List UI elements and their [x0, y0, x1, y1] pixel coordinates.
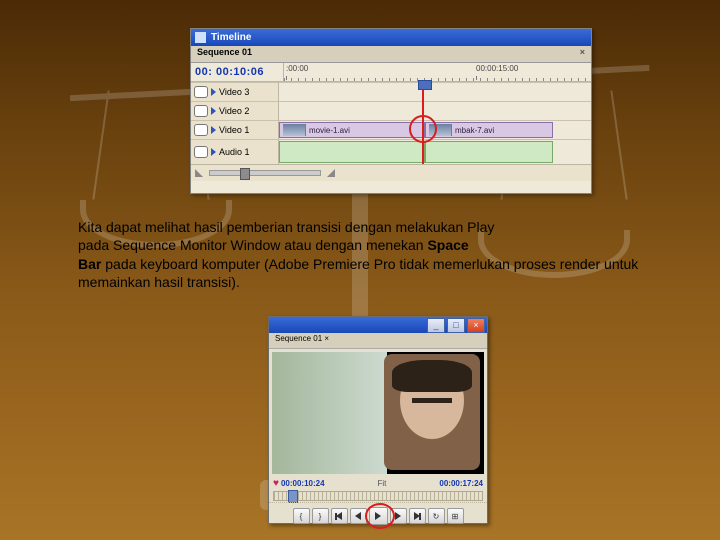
video-clip-left[interactable]: movie-1.avi [279, 122, 425, 138]
monitor-fit-dropdown[interactable]: Fit [378, 479, 387, 488]
slide-paragraph: Kita dapat melihat hasil pemberian trans… [78, 218, 660, 292]
sequence-tab[interactable]: Sequence 01 × [191, 46, 591, 63]
monitor-titlebar[interactable]: _ □ × [269, 317, 487, 333]
video-clip-right[interactable]: mbak-7.avi [425, 122, 553, 138]
time-ruler[interactable]: :00:00 00:00:15:00 [283, 63, 591, 81]
monitor-transport-controls: { } ↻ ⊞ [269, 502, 487, 529]
set-in-button[interactable]: { [293, 508, 310, 524]
monitor-tab-label: Sequence 01 [275, 334, 322, 343]
eye-icon[interactable] [194, 86, 208, 98]
preview-face-image [384, 354, 480, 470]
window-icon [195, 32, 206, 43]
goto-in-button[interactable] [331, 508, 348, 524]
sequence-tab-label: Sequence 01 [197, 47, 252, 57]
monitor-scrub-bar[interactable] [273, 491, 483, 501]
timeline-window: Timeline Sequence 01 × 00: 00:10:06 :00:… [190, 28, 592, 194]
track-name: Video 2 [219, 106, 249, 116]
close-tab-icon[interactable]: × [580, 47, 585, 57]
zoom-out-icon[interactable] [195, 169, 203, 177]
monitor-video-preview[interactable] [272, 352, 484, 474]
close-button[interactable]: × [467, 318, 485, 333]
track-name: Video 1 [219, 125, 249, 135]
monitor-current-tc[interactable]: ♥00:00:10:24 [273, 478, 325, 489]
step-back-button[interactable] [350, 508, 367, 524]
minimize-button[interactable]: _ [427, 318, 445, 333]
track-area[interactable]: movie-1.avi mbak-7.avi [279, 82, 591, 164]
bar-key-label: Bar [78, 256, 101, 272]
zoom-slider[interactable] [209, 170, 321, 176]
set-out-button[interactable]: } [312, 508, 329, 524]
sequence-monitor-window: _ □ × Sequence 01 × ♥00:00:10:24 Fit 00:… [268, 316, 488, 524]
clip-label: movie-1.avi [309, 126, 350, 135]
audio-clip-right[interactable] [425, 141, 553, 163]
timeline-zoom-bar [191, 164, 591, 181]
paragraph-text: pada keyboard komputer (Adobe Premiere P… [78, 256, 638, 290]
track-header-audio1[interactable]: Audio 1 [191, 139, 279, 164]
safe-margins-button[interactable]: ⊞ [447, 508, 464, 524]
track-header-video3[interactable]: Video 3 [191, 82, 279, 101]
annotation-circle-transition [409, 115, 437, 143]
clip-thumbnail [283, 124, 306, 136]
eye-icon[interactable] [194, 124, 208, 136]
annotation-circle-play [365, 503, 395, 529]
eye-icon[interactable] [194, 105, 208, 117]
timeline-titlebar[interactable]: Timeline [191, 29, 591, 46]
expand-icon[interactable] [211, 107, 216, 115]
expand-icon[interactable] [211, 148, 216, 156]
timeline-title: Timeline [211, 32, 251, 43]
paragraph-text: Kita dapat melihat hasil pemberian trans… [78, 219, 494, 235]
monitor-duration-tc: 00:00:17:24 [439, 479, 483, 488]
track-header-video2[interactable]: Video 2 [191, 101, 279, 120]
track-name: Video 3 [219, 87, 249, 97]
speaker-icon[interactable] [194, 146, 208, 158]
expand-icon[interactable] [211, 126, 216, 134]
maximize-button[interactable]: □ [447, 318, 465, 333]
paragraph-text: pada Sequence Monitor Window atau dengan… [78, 237, 427, 253]
track-name: Audio 1 [219, 147, 250, 157]
current-timecode[interactable]: 00: 00:10:06 [191, 66, 283, 78]
ruler-tick-15s: 00:00:15:00 [476, 64, 518, 73]
monitor-sequence-tab[interactable]: Sequence 01 × [269, 333, 487, 349]
zoom-in-icon[interactable] [327, 169, 335, 177]
loop-button[interactable]: ↻ [428, 508, 445, 524]
clip-label: mbak-7.avi [455, 126, 494, 135]
ruler-tick-start: :00:00 [286, 64, 308, 73]
audio-clip-left[interactable] [279, 141, 425, 163]
space-key-label: Space [427, 237, 468, 253]
goto-out-button[interactable] [409, 508, 426, 524]
expand-icon[interactable] [211, 88, 216, 96]
track-header-video1[interactable]: Video 1 [191, 120, 279, 139]
